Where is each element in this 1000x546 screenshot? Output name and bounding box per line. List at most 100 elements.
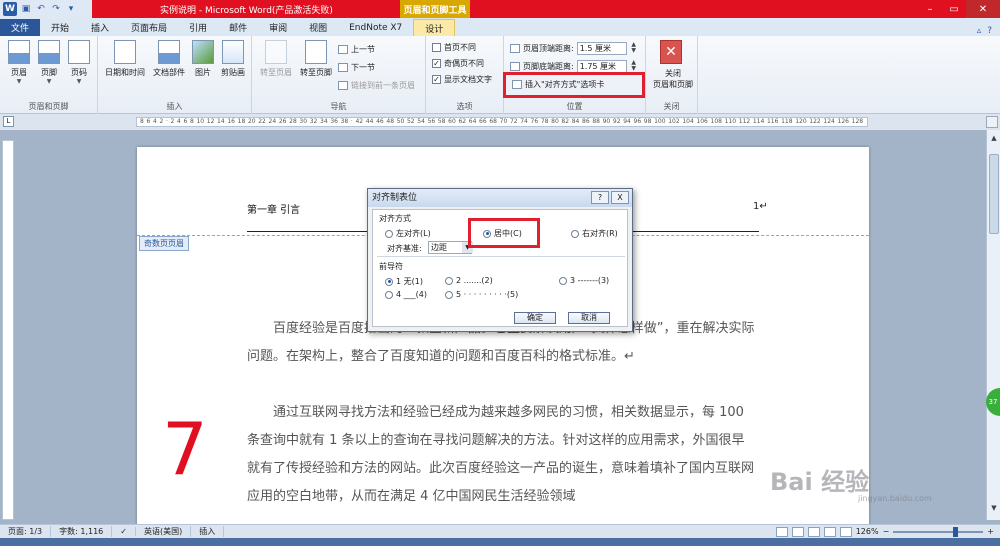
leader-dashes-radio[interactable]: 3 -------(3) — [559, 276, 609, 285]
first-page-different-checkbox[interactable]: 首页不同 — [432, 42, 476, 53]
paragraph-2[interactable]: 通过互联网寻找方法和经验已经成为越来越多网民的习惯，相关数据显示，每 100 条… — [247, 399, 757, 511]
header-distance-icon — [510, 44, 520, 53]
status-bar: 页面: 1/3 字数: 1,116 ✓ 英语(美国) 插入 126% − + — [0, 524, 1000, 538]
ruler-tick: 122 — [809, 118, 821, 125]
ruler-tick: 86 — [582, 118, 590, 125]
leader-middots-radio[interactable]: 5 · · · · · · · · ·(5) — [445, 290, 518, 299]
next-section-button[interactable]: 下一节 — [338, 62, 375, 73]
group-label: 位置 — [566, 102, 583, 111]
zoom-out-icon[interactable]: − — [883, 527, 890, 536]
header-text[interactable]: 第一章 引言 — [247, 201, 300, 216]
close-header-footer-label[interactable]: 关闭 页眉和页脚 — [650, 68, 696, 90]
print-layout-icon[interactable] — [775, 526, 788, 537]
link-icon — [338, 81, 348, 90]
tab-file[interactable]: 文件 — [0, 19, 40, 36]
minimize-ribbon-icon[interactable]: ▵ — [977, 26, 982, 36]
help-icon[interactable]: ? — [591, 191, 609, 204]
maximize-icon[interactable]: ▭ — [942, 0, 966, 18]
spinner-arrows-icon[interactable]: ▲ ▼ — [630, 42, 638, 55]
odd-even-different-checkbox[interactable]: ✓ 奇偶页不同 — [432, 58, 484, 69]
footer-button[interactable]: 页脚 ▼ — [34, 40, 64, 85]
close-window-icon[interactable]: ✕ — [966, 0, 1000, 18]
picture-button[interactable]: 图片 — [188, 40, 218, 78]
leader-dots-radio[interactable]: 2 .......(2) — [445, 276, 493, 285]
minimize-icon[interactable]: – — [918, 0, 942, 18]
horizontal-ruler[interactable]: 8 6 4 2 · 2 4 6 8 10 12 14 16 18 20 22 24 26 28 30 32 34 36 38 ·… — [136, 117, 868, 127]
view-ruler-icon[interactable] — [986, 116, 998, 128]
tab-mailings[interactable]: 邮件 — [218, 19, 258, 36]
scroll-up-icon[interactable]: ▲ — [988, 134, 1000, 146]
previous-section-button[interactable]: 上一节 — [338, 44, 375, 55]
datetime-button[interactable]: 日期和时间 — [104, 40, 146, 78]
ruler-tick: 118 — [781, 118, 793, 125]
spellcheck-icon[interactable]: ✓ — [112, 527, 136, 536]
undo-icon[interactable]: ↶ — [35, 3, 47, 15]
ok-button[interactable]: 确定 — [514, 312, 556, 324]
ruler-tick: 94 — [623, 118, 631, 125]
show-document-text-checkbox[interactable]: ✓ 显示文档文字 — [432, 74, 492, 85]
header-page-number[interactable]: 1↵ — [753, 201, 768, 212]
vertical-scrollbar[interactable]: ▲ ▼ — [986, 130, 1000, 520]
watermark-logo: Bai 经验 — [770, 468, 870, 496]
view-controls: 126% − + — [775, 526, 1000, 537]
radio-icon — [385, 229, 393, 238]
tab-view[interactable]: 视图 — [298, 19, 338, 36]
vertical-ruler[interactable] — [2, 140, 14, 520]
header-top-input[interactable]: 1.5 厘米 — [576, 42, 627, 55]
page-number-button[interactable]: 页码 ▼ — [64, 40, 94, 85]
zoom-slider[interactable] — [893, 526, 984, 537]
leader-none-radio[interactable]: 1 无(1) — [385, 276, 423, 287]
cancel-button[interactable]: 取消 — [568, 312, 610, 324]
outline-icon[interactable] — [823, 526, 836, 537]
goto-header-button[interactable]: 转至页眉 — [256, 40, 296, 78]
page-count[interactable]: 页面: 1/3 — [0, 526, 52, 537]
save-icon[interactable]: ▣ — [20, 3, 32, 15]
scroll-thumb[interactable] — [989, 154, 999, 234]
ruler-tick: 42 — [355, 118, 364, 125]
align-left-radio[interactable]: 左对齐(L) — [385, 228, 431, 239]
full-screen-reading-icon[interactable] — [791, 526, 804, 537]
tab-home[interactable]: 开始 — [40, 19, 80, 36]
close-icon[interactable]: X — [611, 191, 629, 204]
group-header-footer: 页眉 ▼ 页脚 ▼ 页码 ▼ 页眉和页脚 — [0, 36, 98, 114]
word-logo-icon[interactable]: W — [3, 2, 17, 16]
ribbon-tabs: 文件 开始 插入 页面布局 引用 邮件 审阅 视图 EndNote X7 设计 … — [0, 18, 1000, 36]
zoom-in-icon[interactable]: + — [987, 527, 994, 536]
leader-underline-radio[interactable]: 4 ___(4) — [385, 290, 427, 299]
tab-design[interactable]: 设计 — [413, 19, 456, 36]
group-insert: 日期和时间 文档部件 图片 剪贴画 插入 — [98, 36, 252, 114]
radio-icon — [445, 276, 453, 285]
ruler-tick: 52 — [406, 118, 415, 125]
customize-qat-icon[interactable]: ▾ — [65, 3, 77, 15]
draft-icon[interactable] — [839, 526, 852, 537]
zoom-level[interactable]: 126% — [856, 527, 879, 536]
radio-selected-icon — [385, 277, 393, 286]
odd-page-header-label: 奇数页页眉 — [139, 236, 189, 251]
redo-icon[interactable]: ↷ — [50, 3, 62, 15]
ribbon-help-area: ▵ ? — [977, 26, 992, 36]
chevron-down-icon: ▼ — [76, 78, 82, 85]
header-button[interactable]: 页眉 ▼ — [4, 40, 34, 85]
tab-references[interactable]: 引用 — [178, 19, 218, 36]
word-count[interactable]: 字数: 1,116 — [51, 526, 113, 537]
dialog-title: 对齐制表位 — [372, 193, 418, 203]
goto-footer-button[interactable]: 转至页脚 — [296, 40, 336, 78]
tab-page-layout[interactable]: 页面布局 — [120, 19, 178, 36]
ruler-tick: 126 — [837, 118, 849, 125]
tab-endnote[interactable]: EndNote X7 — [338, 19, 413, 36]
tab-insert[interactable]: 插入 — [80, 19, 120, 36]
close-header-footer-button[interactable]: ✕ — [656, 40, 686, 67]
group-label: 插入 — [166, 102, 183, 111]
tab-review[interactable]: 审阅 — [258, 19, 298, 36]
next-section-icon — [338, 63, 348, 72]
insert-mode[interactable]: 插入 — [191, 526, 225, 537]
clipart-button[interactable]: 剪贴画 — [218, 40, 248, 78]
web-layout-icon[interactable] — [807, 526, 820, 537]
scroll-down-icon[interactable]: ▼ — [988, 504, 1000, 516]
tab-selector-icon[interactable]: L — [3, 116, 14, 127]
link-to-previous-button[interactable]: 链接到前一条页眉 — [338, 80, 415, 91]
language-indicator[interactable]: 英语(美国) — [136, 526, 192, 537]
align-right-radio[interactable]: 右对齐(R) — [571, 228, 618, 239]
help-icon[interactable]: ? — [987, 26, 992, 36]
docparts-button[interactable]: 文档部件 — [150, 40, 188, 78]
